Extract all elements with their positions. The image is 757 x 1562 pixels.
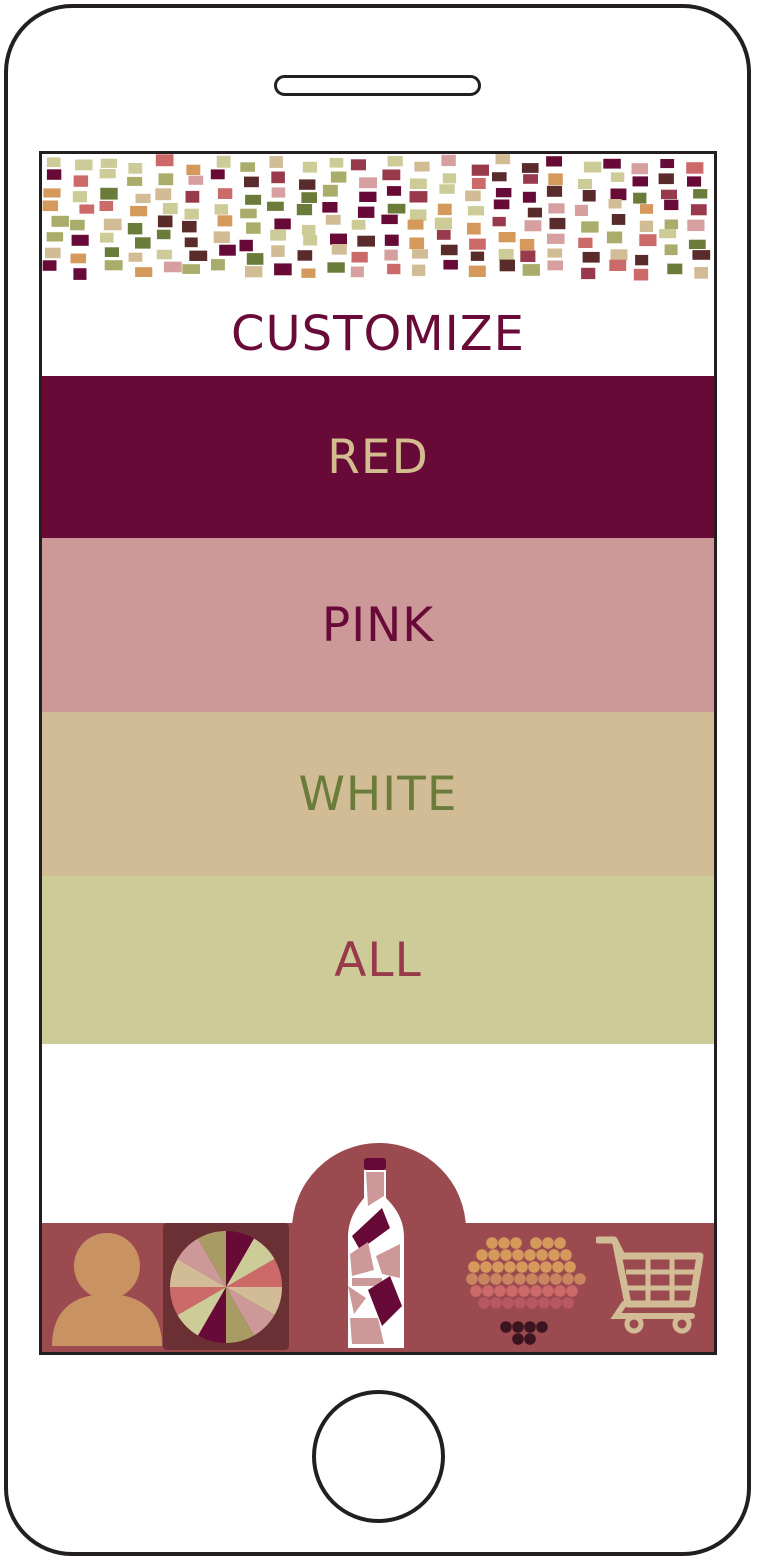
app-screen: CUSTOMIZE RED PINK WHITE ALL <box>39 151 717 1355</box>
tab-cart[interactable] <box>596 1234 708 1334</box>
shopping-cart-icon <box>596 1236 704 1334</box>
wine-type-menu: RED PINK WHITE ALL <box>42 376 714 1044</box>
menu-item-label: RED <box>327 429 429 485</box>
menu-item-white[interactable]: WHITE <box>42 712 714 876</box>
profile-icon <box>52 1233 162 1346</box>
phone-speaker <box>274 75 481 96</box>
menu-item-all[interactable]: ALL <box>42 876 714 1044</box>
home-button[interactable] <box>312 1390 445 1523</box>
grape-heart-icon <box>466 1237 586 1345</box>
menu-item-red[interactable]: RED <box>42 376 714 538</box>
tab-profile[interactable] <box>50 1228 168 1348</box>
tab-wine-bottle[interactable] <box>338 1158 418 1350</box>
menu-item-pink[interactable]: PINK <box>42 538 714 712</box>
tab-color-wheel[interactable] <box>163 1223 289 1350</box>
menu-item-label: PINK <box>321 597 435 653</box>
confetti-header-pattern <box>42 154 711 281</box>
menu-item-label: WHITE <box>298 766 458 822</box>
page-title: CUSTOMIZE <box>231 306 525 362</box>
wine-bottle-icon <box>348 1158 404 1348</box>
color-wheel-icon <box>170 1231 282 1343</box>
tab-favorites[interactable] <box>462 1233 590 1351</box>
menu-item-label: ALL <box>334 932 422 988</box>
